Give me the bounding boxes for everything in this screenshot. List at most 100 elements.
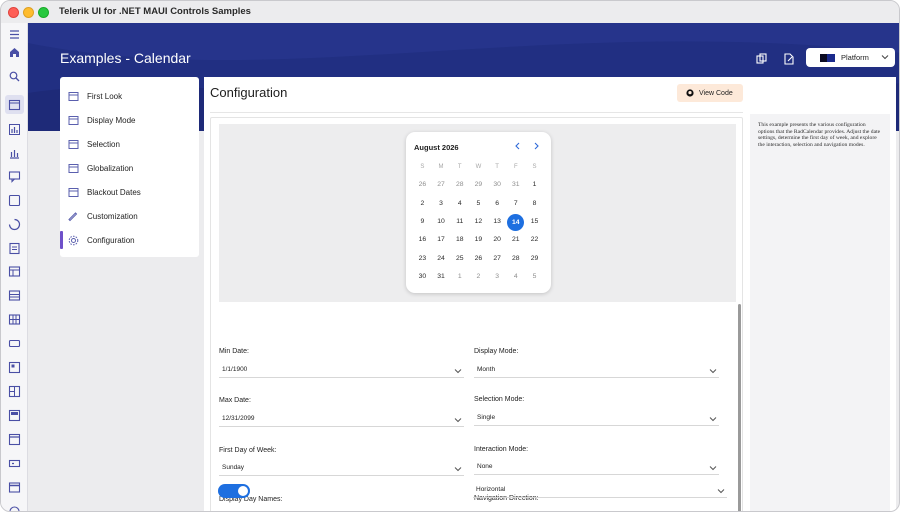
- calendar-day[interactable]: 5: [469, 197, 488, 211]
- chevron-left-icon[interactable]: [513, 141, 523, 151]
- calendar-day[interactable]: 5: [525, 270, 544, 284]
- view-code-button[interactable]: View Code: [677, 84, 743, 102]
- calendar-day[interactable]: 20: [488, 233, 507, 247]
- calendar-grid: S M T W T F S 26 27 28 29 30 31 1 2 3 4 5 6 7 8 9 10 11 12 13 14 15…: [413, 158, 544, 286]
- nav-item-globalization[interactable]: Globalization: [60, 157, 199, 179]
- calendar-icon: [68, 115, 79, 126]
- title-bar: Telerik UI for .NET MAUI Controls Sample…: [1, 1, 899, 23]
- calendar-day[interactable]: 25: [450, 252, 469, 266]
- calendar-day[interactable]: 10: [432, 215, 451, 229]
- calendar-day[interactable]: 2: [413, 197, 432, 211]
- calendar-day[interactable]: 12: [469, 215, 488, 229]
- calendar-day[interactable]: 18: [450, 233, 469, 247]
- chevron-down-icon: [709, 464, 717, 472]
- calendar-week-row: 2 3 4 5 6 7 8: [413, 195, 544, 213]
- calendar-day[interactable]: 22: [525, 233, 544, 247]
- grid-icon[interactable]: [8, 313, 21, 326]
- window-icon[interactable]: [8, 433, 21, 446]
- calendar-month-label[interactable]: August 2026: [414, 143, 459, 152]
- interaction-mode-select[interactable]: None: [474, 460, 719, 475]
- calendar-day[interactable]: 28: [506, 252, 525, 266]
- calendar-day[interactable]: 28: [450, 178, 469, 192]
- more-icon[interactable]: [8, 505, 21, 511]
- calendar-day[interactable]: 9: [413, 215, 432, 229]
- calendar-day[interactable]: 16: [413, 233, 432, 247]
- nav-item-blackout-dates[interactable]: Blackout Dates: [60, 181, 199, 203]
- calendar-day[interactable]: 17: [432, 233, 451, 247]
- form-icon[interactable]: [8, 361, 21, 374]
- panel-icon[interactable]: [8, 409, 21, 422]
- calendar-day[interactable]: 19: [469, 233, 488, 247]
- day-names-toggle[interactable]: [218, 484, 250, 498]
- calendar-day-number: 31: [437, 272, 445, 280]
- calendar-day[interactable]: 24: [432, 252, 451, 266]
- calendar-day[interactable]: 8: [525, 197, 544, 211]
- calendar-day[interactable]: 1: [525, 178, 544, 192]
- brush-icon: [68, 211, 79, 222]
- navigation-direction-select[interactable]: Horizontal: [473, 483, 727, 498]
- edit-document-icon[interactable]: [783, 53, 795, 65]
- calendar-day[interactable]: 2: [469, 270, 488, 284]
- calendar-day[interactable]: 27: [432, 178, 451, 192]
- calendar-day[interactable]: 26: [469, 252, 488, 266]
- calendar-day[interactable]: 6: [488, 197, 507, 211]
- calendar-day[interactable]: 31: [432, 270, 451, 284]
- min-date-picker[interactable]: 1/1/1900: [219, 363, 464, 378]
- calendar-day[interactable]: 29: [469, 178, 488, 192]
- calendar-day[interactable]: 11: [450, 215, 469, 229]
- home-icon[interactable]: [8, 46, 21, 59]
- column-chart-icon[interactable]: [8, 147, 21, 160]
- chat-icon[interactable]: [8, 170, 21, 183]
- nav-item-customization[interactable]: Customization: [60, 205, 199, 227]
- calendar-day-today[interactable]: 14: [506, 213, 525, 231]
- close-window-button[interactable]: [8, 7, 19, 18]
- max-date-picker[interactable]: 12/31/2099: [219, 412, 464, 427]
- calendar-day[interactable]: 1: [450, 270, 469, 284]
- first-day-select[interactable]: Sunday: [219, 461, 464, 476]
- chevron-right-icon[interactable]: [531, 141, 541, 151]
- calendar-day[interactable]: 26: [413, 178, 432, 192]
- form-scrollbar[interactable]: [738, 304, 741, 511]
- layout-icon[interactable]: [8, 385, 21, 398]
- platform-dropdown[interactable]: Platform: [806, 48, 895, 67]
- list-icon[interactable]: [8, 289, 21, 302]
- calendar-day[interactable]: 30: [488, 178, 507, 192]
- nav-item-display-mode[interactable]: Display Mode: [60, 109, 199, 131]
- checkbox-icon[interactable]: [8, 194, 21, 207]
- table-icon[interactable]: [8, 265, 21, 278]
- calendar-day[interactable]: 3: [432, 197, 451, 211]
- selection-mode-select[interactable]: Single: [474, 411, 719, 426]
- demo-area: August 2026 S M T W T F S 26 27 28 29 30 31 1 2 3 4 5 6 7 8 9…: [210, 117, 743, 511]
- calendar-day[interactable]: 4: [450, 197, 469, 211]
- search-icon[interactable]: [8, 70, 21, 83]
- calendar-day[interactable]: 3: [488, 270, 507, 284]
- calendar-day[interactable]: 27: [488, 252, 507, 266]
- menu-icon[interactable]: [8, 28, 21, 41]
- calendar-day[interactable]: 31: [506, 178, 525, 192]
- calendar-day[interactable]: 7: [506, 197, 525, 211]
- textbox-icon[interactable]: [8, 457, 21, 470]
- calendar-day[interactable]: 29: [525, 252, 544, 266]
- input-icon[interactable]: [8, 337, 21, 350]
- calendar-day[interactable]: 4: [506, 270, 525, 284]
- minimize-window-button[interactable]: [23, 7, 34, 18]
- calendar-day[interactable]: 15: [525, 215, 544, 229]
- calendar-day[interactable]: 13: [488, 215, 507, 229]
- configuration-form: Min Date: 1/1/1900 Display Mode: Month M…: [219, 308, 736, 508]
- nav-item-selection[interactable]: Selection: [60, 133, 199, 155]
- display-mode-value: Month: [477, 366, 496, 373]
- maximize-window-button[interactable]: [38, 7, 49, 18]
- copy-icon[interactable]: [756, 53, 768, 65]
- calendar-icon[interactable]: [5, 95, 24, 114]
- toolbar-icon[interactable]: [8, 481, 21, 494]
- calendar-day[interactable]: 23: [413, 252, 432, 266]
- nav-item-first-look[interactable]: First Look: [60, 85, 199, 107]
- display-mode-select[interactable]: Month: [474, 363, 719, 378]
- document-icon[interactable]: [8, 242, 21, 255]
- bar-chart-icon[interactable]: [8, 123, 21, 136]
- calendar-day[interactable]: 21: [506, 233, 525, 247]
- calendar-day[interactable]: 30: [413, 270, 432, 284]
- calendar-day-number: 20: [493, 236, 501, 244]
- nav-item-configuration[interactable]: Configuration: [60, 229, 199, 251]
- loader-icon[interactable]: [8, 218, 21, 231]
